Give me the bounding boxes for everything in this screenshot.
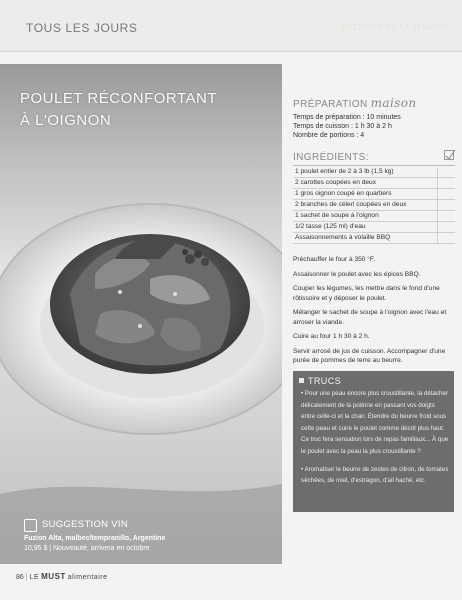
magazine-name-b: MUST: [41, 572, 66, 581]
section-title: TOUS LES JOURS: [26, 21, 138, 35]
servings: Nombre de portions : 4: [293, 132, 365, 139]
chicken-dish-image: [0, 203, 282, 564]
tip-item: • Aromatiser le beurre de zestes de citr…: [301, 465, 449, 485]
ingredient-row: 1/2 tasse (125 ml) d'eau: [293, 222, 455, 233]
magazine-name-a: LE: [29, 574, 40, 581]
ingredient-row: 1 sachet de soupe à l'oignon: [293, 211, 455, 222]
page-header: TOUS LES JOURS RECETTES DE LA SEMAINE: [0, 0, 462, 52]
instruction-step: Cuire au four 1 h 30 à 2 h.: [293, 333, 370, 340]
ingredient-checkbox[interactable]: [438, 233, 455, 243]
preparation-label: PRÉPARATION: [293, 99, 368, 110]
ingredient-text: 1 gros oignon coupé en quartiers: [293, 189, 438, 199]
ingredient-checkbox[interactable]: [438, 200, 455, 210]
ingredient-checkbox[interactable]: [438, 211, 455, 221]
ingredient-row: 2 branches de céleri coupées en deux: [293, 200, 455, 211]
ingredient-checkbox[interactable]: [438, 222, 455, 232]
ingredients-heading: INGRÉDIENTS:: [293, 152, 369, 163]
recipe-title-line-2: À L'OIGNON: [20, 112, 112, 129]
tips-heading: TRUCS: [299, 376, 341, 386]
instruction-step: Préchauffer le four à 350 °F.: [293, 256, 376, 263]
tips-body: • Pour une peau encore plus croustillant…: [301, 388, 449, 493]
instructions: Préchauffer le four à 350 °F. Assaisonne…: [293, 255, 457, 371]
ingredient-row: 2 carottes coupées en deux: [293, 178, 455, 189]
checkmark-icon: [445, 149, 455, 160]
ingredient-text: Assaisonnements à volaille BBQ: [293, 233, 438, 243]
wine-name: Fuzion Alta, malbec/tempranillo, Argenti…: [24, 535, 166, 542]
prep-time: Temps de préparation : 10 minutes: [293, 114, 401, 121]
preparation-heading: PRÉPARATION maison: [293, 96, 417, 110]
ingredient-text: 2 carottes coupées en deux: [293, 178, 438, 188]
header-divider: [0, 51, 462, 52]
ingredient-text: 1/2 tasse (125 ml) d'eau: [293, 222, 438, 232]
ingredients-table: 1 poulet entier de 2 à 3 lb (1,5 kg) 2 c…: [293, 167, 455, 244]
wine-glass-icon: [24, 519, 37, 532]
recipe-title-line-1: POULET RÉCONFORTANT: [20, 90, 218, 107]
page-number: 86: [16, 574, 24, 581]
wine-suggestion-label: SUGGESTION VIN: [42, 519, 129, 530]
tips-label: TRUCS: [308, 376, 341, 386]
footer-separator: |: [25, 574, 28, 581]
ingredient-checkbox[interactable]: [438, 178, 455, 188]
checkbox-icon: [444, 149, 455, 160]
ingredient-text: 2 branches de céleri coupées en deux: [293, 200, 438, 210]
ingredient-row: Assaisonnements à volaille BBQ: [293, 233, 455, 244]
square-bullet-icon: [299, 378, 304, 383]
recipe-photo: POULET RÉCONFORTANT À L'OIGNON SUGGESTIO…: [0, 64, 282, 564]
instruction-step: Assaisonner le poulet avec les épices BB…: [293, 270, 421, 278]
ingredients-divider: [293, 165, 455, 166]
ingredient-text: 1 poulet entier de 2 à 3 lb (1,5 kg): [293, 167, 438, 177]
ingredient-row: 1 gros oignon coupé en quartiers: [293, 189, 455, 200]
ingredient-checkbox[interactable]: [438, 167, 455, 177]
ingredient-checkbox[interactable]: [438, 189, 455, 199]
wine-price: 10,95 $ | Nouveauté, arrivera en octobre: [24, 545, 150, 552]
preparation-script: maison: [370, 96, 417, 110]
instruction-step: Couper les légumes, les mettre dans le f…: [293, 285, 440, 302]
magazine-name-c: alimentaire: [67, 574, 108, 581]
section-ghost-text: RECETTES DE LA SEMAINE: [342, 23, 448, 32]
tips-box: TRUCS • Pour une peau encore plus croust…: [293, 371, 454, 512]
cook-time: Temps de cuisson : 1 h 30 à 2 h: [293, 123, 392, 130]
ingredient-row: 1 poulet entier de 2 à 3 lb (1,5 kg): [293, 167, 455, 178]
tip-item: • Pour une peau encore plus croustillant…: [301, 390, 449, 455]
instruction-step: Mélanger le sachet de soupe à l'oignon a…: [293, 309, 447, 326]
ingredient-text: 1 sachet de soupe à l'oignon: [293, 211, 438, 221]
page-footer: 86 | LE MUST alimentaire: [16, 572, 108, 581]
instruction-step: Servir arrosé de jus de cuisson. Accompa…: [293, 347, 446, 365]
